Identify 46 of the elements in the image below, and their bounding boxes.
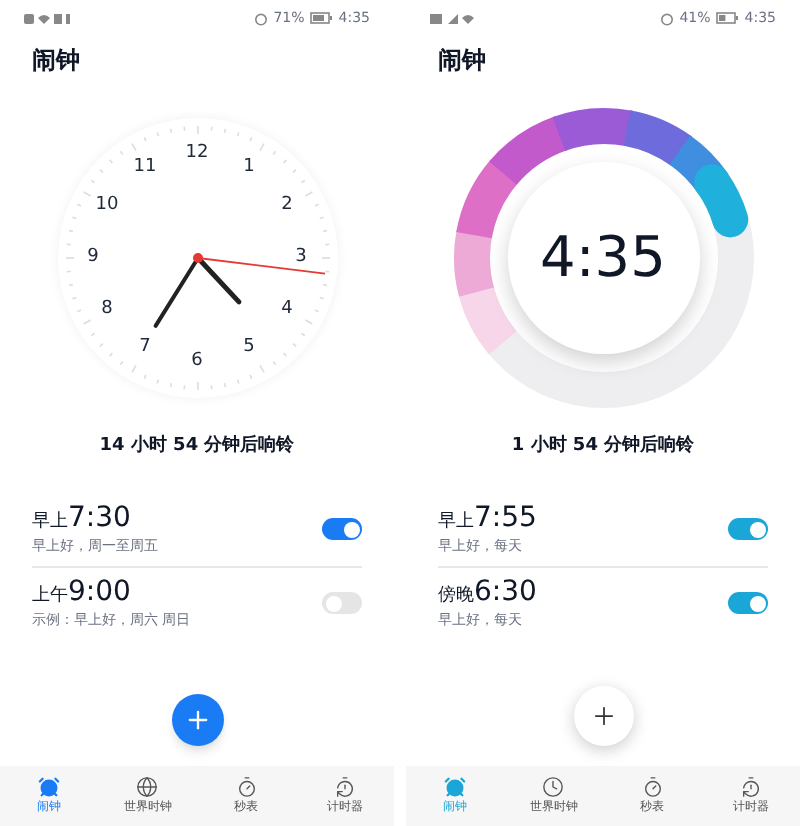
clock-number: 2 (281, 197, 293, 215)
clock-number: 3 (295, 249, 307, 267)
countdown-text: 1 小时 54 分钟后响铃 (511, 434, 695, 460)
clock-icon (542, 776, 565, 799)
status-icons (430, 11, 478, 25)
clock-number: 9 (87, 249, 99, 267)
stopwatch-icon (235, 776, 258, 799)
battery-icon (310, 12, 333, 24)
clock-number: 6 (191, 353, 203, 371)
alarm-time: 6:30 (474, 575, 537, 610)
clock-number: 5 (243, 339, 255, 358)
countdown-text: 14 小时 54 分钟后响铃 (99, 434, 295, 460)
alarm-time: 7:30 (68, 501, 131, 536)
timer-icon (739, 776, 762, 799)
add-icon (183, 706, 211, 734)
alarm-time: 7:55 (474, 501, 537, 536)
alarm-period: 上午 (32, 583, 68, 609)
clock-number: 4 (281, 301, 293, 319)
clock-number: 1 (243, 158, 255, 177)
alarm-toggle[interactable] (728, 518, 768, 540)
stopwatch-icon (641, 776, 664, 799)
clock-number: 10 (95, 197, 119, 215)
alarm-period: 早上 (32, 509, 68, 535)
clock-number: 8 (101, 301, 113, 319)
alarm-period: 早上 (438, 509, 474, 535)
add-icon (589, 702, 617, 730)
alarm-time: 9:00 (68, 575, 131, 610)
add-alarm-button[interactable] (171, 694, 223, 746)
page-title: 闹钟 (30, 44, 82, 78)
alarm-icon (253, 11, 268, 25)
timer-icon (333, 776, 356, 799)
digital-time: 4:35 (540, 230, 666, 286)
clock-number: 11 (133, 158, 157, 177)
battery-icon (716, 12, 739, 24)
alarm-icon (659, 11, 674, 25)
clock-icon (136, 776, 159, 799)
alarm-toggle[interactable] (728, 592, 768, 614)
alarm-toggle[interactable] (322, 518, 362, 540)
alarm-toggle[interactable] (322, 592, 362, 614)
alarm-clock-icon (38, 776, 61, 799)
clock-number: 7 (139, 339, 151, 358)
alarm-period: 傍晚 (438, 583, 474, 609)
page-title: 闹钟 (436, 44, 488, 78)
clock-number: 12 (185, 145, 209, 163)
status-icons (24, 11, 72, 25)
alarm-clock-icon (444, 776, 467, 799)
